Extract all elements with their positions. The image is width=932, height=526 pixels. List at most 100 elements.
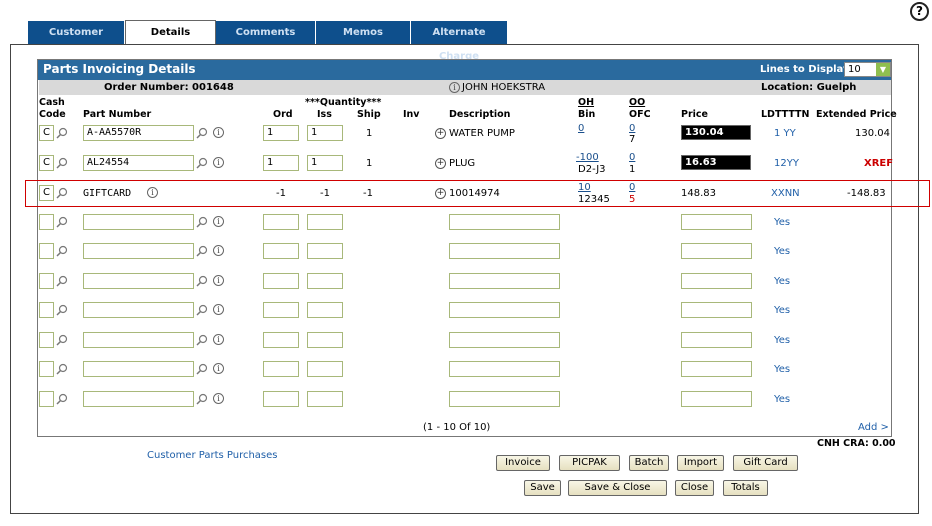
iss-input[interactable] [307, 332, 343, 348]
description-input[interactable] [449, 332, 560, 348]
invoice-button[interactable]: Invoice [496, 455, 550, 471]
part-number-input[interactable] [83, 302, 194, 318]
magnifier-icon[interactable] [196, 334, 208, 346]
tab-customer[interactable]: Customer [28, 21, 125, 45]
info-icon[interactable]: i [213, 127, 224, 138]
part-number-input[interactable]: AL24554 [83, 155, 194, 171]
info-icon[interactable]: i [213, 334, 224, 345]
ord-input[interactable] [263, 391, 299, 407]
info-icon[interactable]: i [213, 216, 224, 227]
magnifier-icon[interactable] [56, 216, 68, 228]
gift-card-button[interactable]: Gift Card [733, 455, 798, 471]
cash-code-field[interactable] [39, 391, 54, 407]
description-input[interactable] [449, 273, 560, 289]
iss-input[interactable] [307, 391, 343, 407]
magnifier-icon[interactable] [196, 363, 208, 375]
help-icon[interactable]: ? [910, 2, 929, 21]
iss-input[interactable]: 1 [307, 125, 343, 141]
chevron-down-icon[interactable]: ▼ [876, 63, 890, 76]
price-field[interactable]: 16.63 [681, 155, 751, 170]
ord-input[interactable]: 1 [263, 125, 299, 141]
magnifier-icon[interactable] [56, 304, 68, 316]
oh-link[interactable]: -100 [576, 152, 599, 163]
price-input[interactable] [681, 214, 752, 230]
ord-input[interactable] [263, 243, 299, 259]
magnifier-icon[interactable] [196, 245, 208, 257]
save-and-close-button[interactable]: Save & Close [568, 480, 667, 496]
ord-input[interactable] [263, 214, 299, 230]
price-input[interactable] [681, 273, 752, 289]
cash-code-field[interactable] [39, 332, 54, 348]
customer-parts-purchases-link[interactable]: Customer Parts Purchases [147, 450, 278, 461]
magnifier-icon[interactable] [56, 127, 68, 139]
add-link[interactable]: Add > [858, 422, 889, 433]
tab-comments[interactable]: Comments [216, 21, 316, 45]
part-number-input[interactable] [83, 391, 194, 407]
info-icon[interactable]: i [213, 393, 224, 404]
magnifier-icon[interactable] [196, 393, 208, 405]
batch-button[interactable]: Batch [629, 455, 669, 471]
iss-input[interactable] [307, 361, 343, 377]
part-number-input[interactable]: A-AA5570R [83, 125, 194, 141]
tab-alternate-charge[interactable]: Alternate Charge [411, 21, 508, 62]
magnifier-icon[interactable] [56, 363, 68, 375]
magnifier-icon[interactable] [196, 216, 208, 228]
magnifier-icon[interactable] [196, 275, 208, 287]
part-number-input[interactable] [83, 243, 194, 259]
magnifier-icon[interactable] [56, 245, 68, 257]
description-input[interactable] [449, 243, 560, 259]
tab-memos[interactable]: Memos [316, 21, 411, 45]
cash-code-field[interactable] [39, 302, 54, 318]
expand-plus-icon[interactable]: + [435, 158, 446, 169]
cash-code-field[interactable] [39, 361, 54, 377]
cash-code-field[interactable] [39, 273, 54, 289]
info-icon[interactable]: i [213, 363, 224, 374]
close-button[interactable]: Close [675, 480, 714, 496]
info-icon[interactable]: i [213, 275, 224, 286]
magnifier-icon[interactable] [56, 393, 68, 405]
oo-link[interactable]: 0 [629, 152, 635, 163]
part-number-input[interactable] [83, 361, 194, 377]
oh-link[interactable]: 0 [578, 123, 584, 134]
info-icon[interactable]: i [213, 304, 224, 315]
picpak-button[interactable]: PICPAK [559, 455, 620, 471]
price-input[interactable] [681, 361, 752, 377]
price-input[interactable] [681, 332, 752, 348]
magnifier-icon[interactable] [196, 157, 208, 169]
cash-code-field[interactable] [39, 243, 54, 259]
magnifier-icon[interactable] [196, 304, 208, 316]
magnifier-icon[interactable] [56, 157, 68, 169]
magnifier-icon[interactable] [56, 334, 68, 346]
ord-input[interactable] [263, 361, 299, 377]
price-input[interactable] [681, 243, 752, 259]
description-input[interactable] [449, 214, 560, 230]
description-input[interactable] [449, 391, 560, 407]
header-oh[interactable]: OH [578, 97, 594, 108]
info-icon[interactable]: i [213, 157, 224, 168]
part-number-input[interactable] [83, 214, 194, 230]
cash-code-field[interactable] [39, 214, 54, 230]
iss-input[interactable] [307, 214, 343, 230]
expand-plus-icon[interactable]: + [435, 128, 446, 139]
import-button[interactable]: Import [677, 455, 724, 471]
price-input[interactable] [681, 302, 752, 318]
info-icon[interactable]: i [449, 82, 460, 93]
ord-input[interactable]: 1 [263, 155, 299, 171]
iss-input[interactable] [307, 273, 343, 289]
price-input[interactable] [681, 391, 752, 407]
tab-details[interactable]: Details [125, 20, 216, 45]
info-icon[interactable]: i [213, 245, 224, 256]
description-input[interactable] [449, 361, 560, 377]
part-number-input[interactable] [83, 332, 194, 348]
ord-input[interactable] [263, 273, 299, 289]
magnifier-icon[interactable] [196, 127, 208, 139]
cash-code-field[interactable]: C [39, 155, 54, 171]
iss-input[interactable] [307, 243, 343, 259]
part-number-input[interactable] [83, 273, 194, 289]
description-input[interactable] [449, 302, 560, 318]
price-field[interactable]: 130.04 [681, 125, 751, 140]
cash-code-field[interactable]: C [39, 125, 54, 141]
magnifier-icon[interactable] [56, 275, 68, 287]
ord-input[interactable] [263, 302, 299, 318]
oo-link[interactable]: 0 [629, 123, 635, 134]
